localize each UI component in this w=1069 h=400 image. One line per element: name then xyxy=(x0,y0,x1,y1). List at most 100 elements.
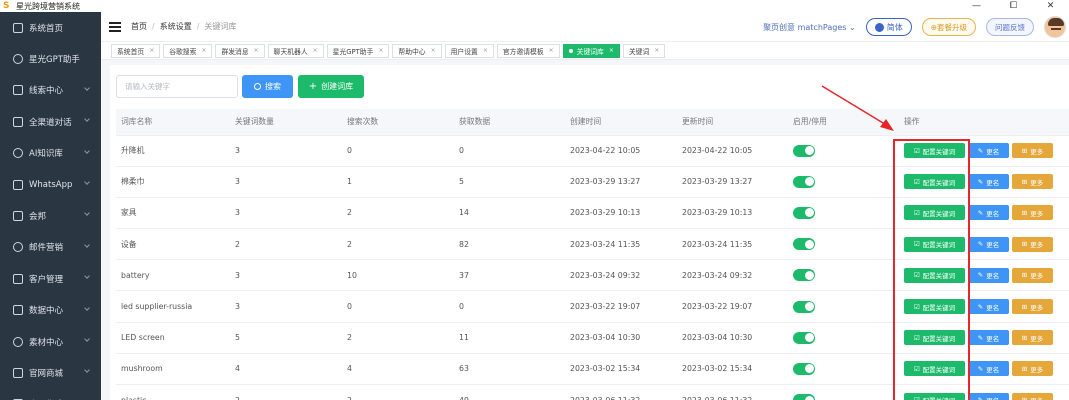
sidebar-item-2[interactable]: 线索中心 xyxy=(0,75,101,106)
tab-close-icon[interactable]: × xyxy=(313,47,318,54)
search-button[interactable]: 搜索 xyxy=(242,75,293,98)
tab-4[interactable]: 星光GPT助手 × xyxy=(326,43,390,58)
language-button[interactable]: 简体 xyxy=(865,18,912,36)
more-label: 更多 xyxy=(1030,272,1044,281)
enable-toggle[interactable] xyxy=(793,206,815,219)
tab-5[interactable]: 帮助中心 × xyxy=(392,43,442,58)
app-title: 星光跨境营销系统 xyxy=(16,1,80,11)
tab-8[interactable]: 关键词库 × xyxy=(562,43,620,58)
enable-toggle[interactable] xyxy=(793,394,815,400)
sidebar-item-12[interactable]: 应用集成 xyxy=(0,389,101,400)
rename-button[interactable]: ✎更名 xyxy=(968,299,1009,315)
chevron-down-icon xyxy=(84,179,90,185)
enable-toggle[interactable] xyxy=(793,144,815,157)
tab-close-icon[interactable]: × xyxy=(378,47,383,54)
rename-button[interactable]: ✎更名 xyxy=(968,236,1009,252)
more-button[interactable]: ⊞更多 xyxy=(1012,361,1053,377)
tab-6[interactable]: 用户设置 × xyxy=(444,43,494,58)
sidebar-item-9[interactable]: 数据中心 xyxy=(0,295,101,326)
more-button[interactable]: ⊞更多 xyxy=(1012,205,1053,221)
avatar[interactable] xyxy=(1044,16,1066,38)
column-header: 获取数据 xyxy=(454,109,565,136)
matchpages-link[interactable]: 聚页创意 matchPages ⌄ xyxy=(763,22,856,33)
sidebar-item-6[interactable]: 会邦 xyxy=(0,200,101,231)
tab-label: 关键词库 xyxy=(576,47,604,56)
create-library-button[interactable]: + 创建词库 xyxy=(298,75,364,98)
search-input[interactable] xyxy=(116,75,238,98)
cell-updated: 2023-03-06 11:32 xyxy=(677,384,788,400)
more-button[interactable]: ⊞更多 xyxy=(1012,267,1053,283)
sidebar-item-5[interactable]: WhatsApp xyxy=(0,169,101,200)
configure-keywords-button[interactable]: ☑配置关键词 xyxy=(904,299,965,315)
tab-close-icon[interactable]: × xyxy=(201,47,206,54)
rename-button[interactable]: ✎更名 xyxy=(968,392,1009,400)
tab-close-icon[interactable]: × xyxy=(254,47,259,54)
tab-7[interactable]: 官方邀请模板 × xyxy=(496,43,560,58)
configure-keywords-button[interactable]: ☑配置关键词 xyxy=(904,205,965,221)
rename-label: 更名 xyxy=(986,334,1000,343)
configure-label: 配置关键词 xyxy=(922,147,956,156)
tab-close-icon[interactable]: × xyxy=(149,47,154,54)
more-button[interactable]: ⊞更多 xyxy=(1012,392,1053,400)
configure-keywords-button[interactable]: ☑配置关键词 xyxy=(904,361,965,377)
edit-icon: ☑ xyxy=(913,240,920,249)
cell-fetched: 11 xyxy=(454,322,565,354)
sidebar-item-7[interactable]: 邮件营销 xyxy=(0,232,101,263)
more-button[interactable]: ⊞更多 xyxy=(1012,174,1053,190)
minimize-icon[interactable]: — xyxy=(958,0,995,12)
close-icon[interactable]: ✕ xyxy=(1032,0,1069,12)
configure-keywords-button[interactable]: ☑配置关键词 xyxy=(904,236,965,252)
rename-button[interactable]: ✎更名 xyxy=(968,143,1009,159)
sidebar-item-1[interactable]: 星光GPT助手 xyxy=(0,43,101,74)
tab-2[interactable]: 群发消息 × xyxy=(215,43,265,58)
sidebar-item-3[interactable]: 全渠道对话 xyxy=(0,106,101,137)
sidebar-item-0[interactable]: 系统首页 xyxy=(0,12,101,43)
tab-9[interactable]: 关键词 × xyxy=(622,43,666,58)
feedback-button[interactable]: 问题反馈 xyxy=(986,18,1034,36)
enable-toggle[interactable] xyxy=(793,362,815,375)
enable-toggle[interactable] xyxy=(793,300,815,313)
sidebar-item-8[interactable]: 客户管理 xyxy=(0,263,101,294)
enable-toggle[interactable] xyxy=(793,331,815,344)
tab-close-icon[interactable]: × xyxy=(549,47,554,54)
tab-1[interactable]: 谷歌搜索 × xyxy=(163,43,213,58)
sidebar-item-4[interactable]: AI知识库 xyxy=(0,138,101,169)
tab-close-icon[interactable]: × xyxy=(654,47,659,54)
upgrade-button[interactable]: ⊕套餐升级 xyxy=(921,18,976,36)
tab-close-icon[interactable]: × xyxy=(609,47,614,54)
enable-toggle[interactable] xyxy=(793,269,815,282)
cell-keywords: 2 xyxy=(230,228,342,261)
configure-keywords-button[interactable]: ☑配置关键词 xyxy=(904,174,965,190)
breadcrumb-home[interactable]: 首页 xyxy=(131,21,147,32)
more-button[interactable]: ⊞更多 xyxy=(1012,143,1053,159)
more-button[interactable]: ⊞更多 xyxy=(1012,299,1053,315)
more-button[interactable]: ⊞更多 xyxy=(1012,236,1053,252)
cell-keywords: 3 xyxy=(230,166,342,198)
location-icon xyxy=(13,211,23,222)
rename-button[interactable]: ✎更名 xyxy=(968,267,1009,283)
grid-icon: ⊞ xyxy=(1021,146,1028,155)
configure-keywords-button[interactable]: ☑配置关键词 xyxy=(904,392,965,400)
more-button[interactable]: ⊞更多 xyxy=(1012,330,1053,346)
tab-3[interactable]: 聊天机器人 × xyxy=(267,43,324,58)
tab-close-icon[interactable]: × xyxy=(483,47,488,54)
tab-0[interactable]: 系统首页 × xyxy=(111,43,161,58)
edit-icon: ☑ xyxy=(914,396,920,400)
restore-icon[interactable]: ⧠ xyxy=(995,0,1032,12)
breadcrumb-system-settings[interactable]: 系统设置 xyxy=(160,21,192,32)
rename-button[interactable]: ✎更名 xyxy=(968,205,1009,221)
sidebar-item-11[interactable]: 官网商城 xyxy=(0,357,101,388)
configure-keywords-button[interactable]: ☑配置关键词 xyxy=(904,267,965,283)
sidebar-item-10[interactable]: 素材中心 xyxy=(0,326,101,357)
enable-toggle[interactable] xyxy=(793,175,815,188)
menu-toggle-icon[interactable] xyxy=(109,21,121,32)
tab-label: 星光GPT助手 xyxy=(332,47,374,56)
configure-keywords-button[interactable]: ☑配置关键词 xyxy=(904,330,965,346)
rename-button[interactable]: ✎更名 xyxy=(968,330,1009,346)
enable-toggle[interactable] xyxy=(793,238,815,251)
tab-label: 群发消息 xyxy=(221,47,249,56)
configure-keywords-button[interactable]: ☑配置关键词 xyxy=(904,143,965,159)
rename-button[interactable]: ✎更名 xyxy=(968,361,1009,377)
rename-button[interactable]: ✎更名 xyxy=(968,174,1009,190)
tab-close-icon[interactable]: × xyxy=(431,47,436,54)
